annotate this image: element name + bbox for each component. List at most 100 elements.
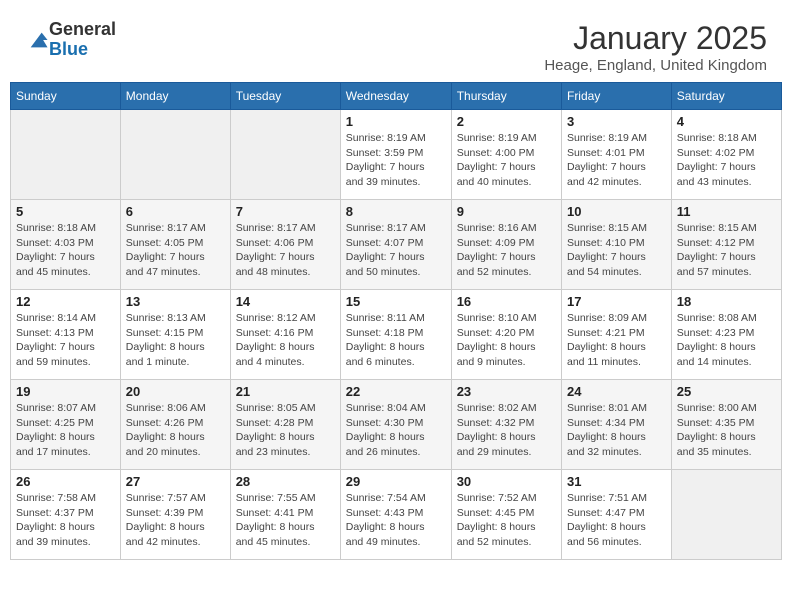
day-info: Sunrise: 8:07 AM Sunset: 4:25 PM Dayligh… — [16, 401, 115, 460]
logo-general-text: General — [49, 20, 116, 40]
day-info: Sunrise: 7:54 AM Sunset: 4:43 PM Dayligh… — [346, 491, 446, 550]
day-number: 26 — [16, 474, 115, 489]
calendar-week-1: 1Sunrise: 8:19 AM Sunset: 3:59 PM Daylig… — [11, 110, 782, 200]
day-number: 14 — [236, 294, 335, 309]
day-info: Sunrise: 8:06 AM Sunset: 4:26 PM Dayligh… — [126, 401, 225, 460]
calendar-cell: 28 Sunrise: 7:55 AM Sunset: 4:41 PM Dayli… — [230, 470, 340, 560]
day-info: Sunrise: 8:17 AM Sunset: 4:07 PM Dayligh… — [346, 221, 446, 280]
day-info: Sunrise: 7:52 AM Sunset: 4:45 PM Dayligh… — [457, 491, 556, 550]
calendar-cell: 23 Sunrise: 8:02 AM Sunset: 4:32 PM Dayli… — [451, 380, 561, 470]
day-info: Sunrise: 8:15 AM Sunset: 4:12 PM Dayligh… — [677, 221, 776, 280]
day-number: 7 — [236, 204, 335, 219]
title-block: January 2025 Heage, England, United King… — [544, 20, 767, 74]
day-number: 11 — [677, 204, 776, 219]
weekday-header-wednesday: Wednesday — [340, 83, 451, 110]
weekday-header-saturday: Saturday — [671, 83, 781, 110]
day-number: 15 — [346, 294, 446, 309]
calendar-cell — [120, 110, 230, 200]
calendar-cell: 2Sunrise: 8:19 AM Sunset: 4:00 PM Daylig… — [451, 110, 561, 200]
calendar-cell: 9Sunrise: 8:16 AM Sunset: 4:09 PM Daylig… — [451, 200, 561, 290]
calendar-cell — [671, 470, 781, 560]
calendar-cell: 10Sunrise: 8:15 AM Sunset: 4:10 PM Dayli… — [561, 200, 671, 290]
day-number: 8 — [346, 204, 446, 219]
calendar-cell: 22Sunrise: 8:04 AM Sunset: 4:30 PM Dayli… — [340, 380, 451, 470]
day-info: Sunrise: 8:19 AM Sunset: 4:01 PM Dayligh… — [567, 131, 666, 190]
calendar-week-3: 12 Sunrise: 8:14 AM Sunset: 4:13 PM Dayli… — [11, 290, 782, 380]
day-number: 10 — [567, 204, 666, 219]
calendar-cell: 16 Sunrise: 8:10 AM Sunset: 4:20 PM Dayli… — [451, 290, 561, 380]
calendar-cell: 26 Sunrise: 7:58 AM Sunset: 4:37 PM Dayli… — [11, 470, 121, 560]
day-info: Sunrise: 8:02 AM Sunset: 4:32 PM Dayligh… — [457, 401, 556, 460]
calendar-cell: 12 Sunrise: 8:14 AM Sunset: 4:13 PM Dayli… — [11, 290, 121, 380]
day-number: 6 — [126, 204, 225, 219]
day-info: Sunrise: 8:18 AM Sunset: 4:03 PM Dayligh… — [16, 221, 115, 280]
day-number: 2 — [457, 114, 556, 129]
day-number: 9 — [457, 204, 556, 219]
day-info: Sunrise: 7:57 AM Sunset: 4:39 PM Dayligh… — [126, 491, 225, 550]
weekday-header-row: SundayMondayTuesdayWednesdayThursdayFrid… — [11, 83, 782, 110]
day-info: Sunrise: 8:01 AM Sunset: 4:34 PM Dayligh… — [567, 401, 666, 460]
day-number: 13 — [126, 294, 225, 309]
day-info: Sunrise: 8:10 AM Sunset: 4:20 PM Dayligh… — [457, 311, 556, 370]
day-info: Sunrise: 8:19 AM Sunset: 3:59 PM Dayligh… — [346, 131, 446, 190]
calendar-cell: 1Sunrise: 8:19 AM Sunset: 3:59 PM Daylig… — [340, 110, 451, 200]
day-info: Sunrise: 8:11 AM Sunset: 4:18 PM Dayligh… — [346, 311, 446, 370]
calendar-cell: 11 Sunrise: 8:15 AM Sunset: 4:12 PM Dayli… — [671, 200, 781, 290]
logo-icon — [27, 29, 49, 51]
day-number: 23 — [457, 384, 556, 399]
day-info: Sunrise: 8:08 AM Sunset: 4:23 PM Dayligh… — [677, 311, 776, 370]
day-number: 16 — [457, 294, 556, 309]
weekday-header-sunday: Sunday — [11, 83, 121, 110]
calendar-cell: 19 Sunrise: 8:07 AM Sunset: 4:25 PM Dayli… — [11, 380, 121, 470]
calendar-cell: 5 Sunrise: 8:18 AM Sunset: 4:03 PM Daylig… — [11, 200, 121, 290]
day-info: Sunrise: 8:04 AM Sunset: 4:30 PM Dayligh… — [346, 401, 446, 460]
day-number: 28 — [236, 474, 335, 489]
calendar-cell: 18 Sunrise: 8:08 AM Sunset: 4:23 PM Dayli… — [671, 290, 781, 380]
calendar-cell: 29 Sunrise: 7:54 AM Sunset: 4:43 PM Dayli… — [340, 470, 451, 560]
calendar-cell: 21 Sunrise: 8:05 AM Sunset: 4:28 PM Dayli… — [230, 380, 340, 470]
day-number: 19 — [16, 384, 115, 399]
day-number: 4 — [677, 114, 776, 129]
day-number: 31 — [567, 474, 666, 489]
calendar-cell: 27 Sunrise: 7:57 AM Sunset: 4:39 PM Dayli… — [120, 470, 230, 560]
day-number: 27 — [126, 474, 225, 489]
day-number: 24 — [567, 384, 666, 399]
calendar-week-5: 26 Sunrise: 7:58 AM Sunset: 4:37 PM Dayli… — [11, 470, 782, 560]
calendar-cell: 8 Sunrise: 8:17 AM Sunset: 4:07 PM Daylig… — [340, 200, 451, 290]
day-info: Sunrise: 8:09 AM Sunset: 4:21 PM Dayligh… — [567, 311, 666, 370]
weekday-header-tuesday: Tuesday — [230, 83, 340, 110]
day-info: Sunrise: 7:55 AM Sunset: 4:41 PM Dayligh… — [236, 491, 335, 550]
calendar-cell: 24 Sunrise: 8:01 AM Sunset: 4:34 PM Dayli… — [561, 380, 671, 470]
day-info: Sunrise: 8:18 AM Sunset: 4:02 PM Dayligh… — [677, 131, 776, 190]
day-number: 18 — [677, 294, 776, 309]
day-info: Sunrise: 8:14 AM Sunset: 4:13 PM Dayligh… — [16, 311, 115, 370]
location-title: Heage, England, United Kingdom — [544, 57, 767, 74]
day-number: 30 — [457, 474, 556, 489]
calendar-week-4: 19 Sunrise: 8:07 AM Sunset: 4:25 PM Dayli… — [11, 380, 782, 470]
day-number: 29 — [346, 474, 446, 489]
day-number: 17 — [567, 294, 666, 309]
weekday-header-monday: Monday — [120, 83, 230, 110]
day-info: Sunrise: 8:17 AM Sunset: 4:06 PM Dayligh… — [236, 221, 335, 280]
weekday-header-thursday: Thursday — [451, 83, 561, 110]
calendar-cell: 13Sunrise: 8:13 AM Sunset: 4:15 PM Dayli… — [120, 290, 230, 380]
calendar-cell: 4 Sunrise: 8:18 AM Sunset: 4:02 PM Daylig… — [671, 110, 781, 200]
day-info: Sunrise: 8:12 AM Sunset: 4:16 PM Dayligh… — [236, 311, 335, 370]
day-number: 20 — [126, 384, 225, 399]
day-info: Sunrise: 8:05 AM Sunset: 4:28 PM Dayligh… — [236, 401, 335, 460]
calendar-cell — [11, 110, 121, 200]
calendar-week-2: 5 Sunrise: 8:18 AM Sunset: 4:03 PM Daylig… — [11, 200, 782, 290]
calendar-cell: 25 Sunrise: 8:00 AM Sunset: 4:35 PM Dayli… — [671, 380, 781, 470]
logo: General Blue — [25, 20, 116, 60]
day-info: Sunrise: 8:17 AM Sunset: 4:05 PM Dayligh… — [126, 221, 225, 280]
day-number: 25 — [677, 384, 776, 399]
day-info: Sunrise: 7:58 AM Sunset: 4:37 PM Dayligh… — [16, 491, 115, 550]
calendar-cell — [230, 110, 340, 200]
day-number: 3 — [567, 114, 666, 129]
day-number: 21 — [236, 384, 335, 399]
day-number: 12 — [16, 294, 115, 309]
day-info: Sunrise: 8:00 AM Sunset: 4:35 PM Dayligh… — [677, 401, 776, 460]
day-number: 5 — [16, 204, 115, 219]
calendar-cell: 20 Sunrise: 8:06 AM Sunset: 4:26 PM Dayli… — [120, 380, 230, 470]
calendar-cell: 30 Sunrise: 7:52 AM Sunset: 4:45 PM Dayli… — [451, 470, 561, 560]
